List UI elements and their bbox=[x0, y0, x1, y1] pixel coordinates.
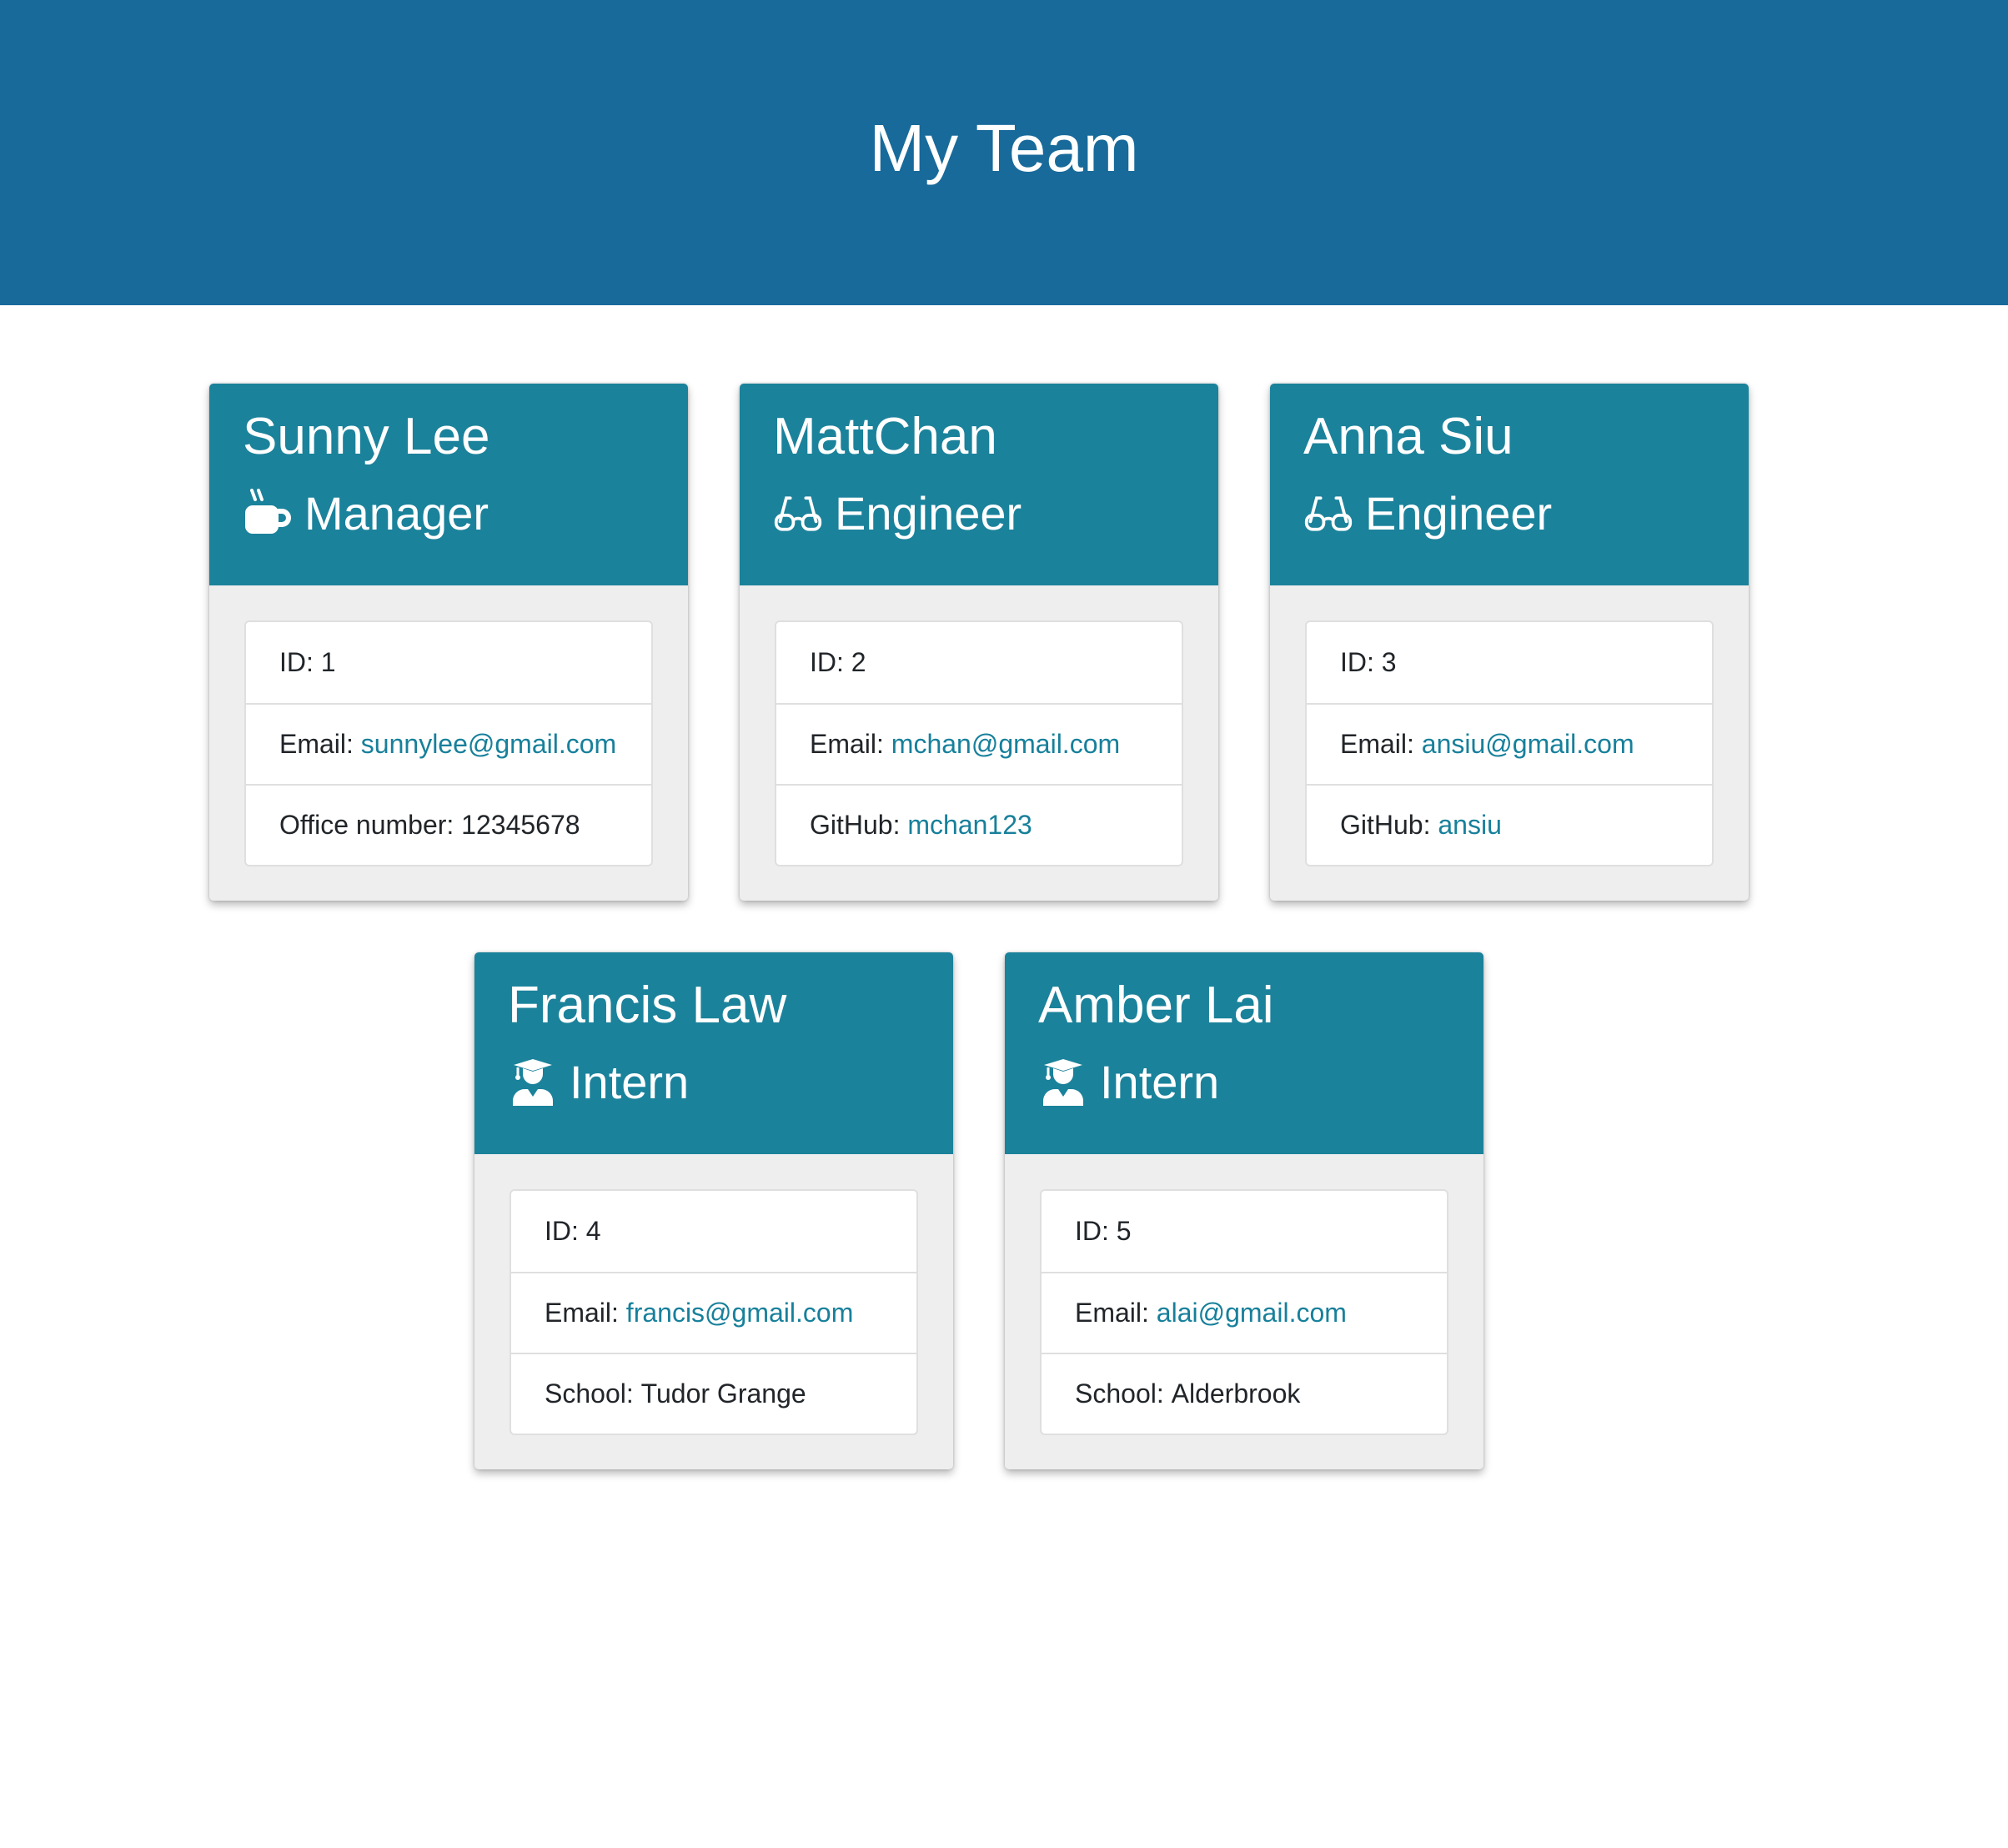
email-row: Email: alai@gmail.com bbox=[1042, 1272, 1447, 1353]
github-label: GitHub: bbox=[810, 810, 901, 840]
employee-role: Manager bbox=[243, 487, 688, 540]
email-link[interactable]: francis@gmail.com bbox=[626, 1298, 854, 1328]
glasses-icon bbox=[1303, 487, 1353, 540]
employee-name: Anna Siu bbox=[1303, 408, 1514, 465]
id-row: ID: 5 bbox=[1042, 1191, 1447, 1272]
id-label: ID: bbox=[1075, 1216, 1109, 1246]
id-value: 5 bbox=[1116, 1216, 1132, 1246]
card-header: MattChan Engineer bbox=[740, 384, 1218, 585]
id-row: ID: 3 bbox=[1307, 622, 1712, 703]
office-number-value: 12345678 bbox=[461, 810, 580, 840]
email-link[interactable]: ansiu@gmail.com bbox=[1422, 729, 1634, 760]
github-label: GitHub: bbox=[1340, 810, 1431, 840]
id-label: ID: bbox=[810, 647, 844, 677]
page-banner: My Team bbox=[0, 0, 2008, 305]
github-link[interactable]: ansiu bbox=[1438, 810, 1502, 841]
employee-card: Sunny Lee Manager ID: 1 Email: sunnylee@… bbox=[209, 384, 688, 901]
employee-role: Intern bbox=[1038, 1056, 1483, 1109]
employee-card: Anna Siu Engineer ID: 3 Email: ansiu@gma… bbox=[1270, 384, 1749, 901]
school-label: School: bbox=[545, 1378, 634, 1409]
card-header: Sunny Lee Manager bbox=[209, 384, 688, 585]
glasses-icon bbox=[773, 487, 823, 540]
id-label: ID: bbox=[545, 1216, 579, 1246]
email-row: Email: ansiu@gmail.com bbox=[1307, 703, 1712, 784]
employee-name: Sunny Lee bbox=[243, 408, 490, 465]
role-label: Engineer bbox=[1365, 487, 1553, 540]
email-label: Email: bbox=[1340, 729, 1414, 759]
employee-role: Engineer bbox=[1303, 487, 1749, 540]
graduate-icon bbox=[1038, 1056, 1088, 1109]
employee-card: Amber Lai Intern ID: 5 Email: alai@gmail… bbox=[1005, 952, 1483, 1469]
school-row: School: Tudor Grange bbox=[511, 1353, 916, 1434]
page-title: My Team bbox=[869, 111, 1139, 185]
email-link[interactable]: sunnylee@gmail.com bbox=[361, 729, 616, 760]
id-value: 4 bbox=[585, 1216, 601, 1246]
role-label: Intern bbox=[570, 1056, 690, 1108]
email-label: Email: bbox=[545, 1298, 619, 1328]
office-number-label: Office number: bbox=[279, 810, 454, 840]
id-row: ID: 4 bbox=[511, 1191, 916, 1272]
id-row: ID: 2 bbox=[776, 622, 1182, 703]
employee-name: Amber Lai bbox=[1038, 977, 1274, 1034]
info-list: ID: 2 Email: mchan@gmail.com GitHub: mch… bbox=[775, 620, 1183, 866]
role-label: Manager bbox=[304, 487, 489, 540]
graduate-icon bbox=[508, 1056, 558, 1109]
email-label: Email: bbox=[1075, 1298, 1149, 1328]
github-row: GitHub: mchan123 bbox=[776, 784, 1182, 865]
id-label: ID: bbox=[279, 647, 314, 677]
email-row: Email: sunnylee@gmail.com bbox=[246, 703, 651, 784]
email-row: Email: mchan@gmail.com bbox=[776, 703, 1182, 784]
employee-name: MattChan bbox=[773, 408, 997, 465]
coffee-icon bbox=[243, 487, 293, 540]
email-row: Email: francis@gmail.com bbox=[511, 1272, 916, 1353]
school-label: School: bbox=[1075, 1378, 1164, 1409]
card-header: Anna Siu Engineer bbox=[1270, 384, 1749, 585]
email-link[interactable]: mchan@gmail.com bbox=[891, 729, 1120, 760]
school-value: Alderbrook bbox=[1171, 1378, 1301, 1409]
card-header: Amber Lai Intern bbox=[1005, 952, 1483, 1154]
role-label: Intern bbox=[1100, 1056, 1220, 1108]
email-label: Email: bbox=[810, 729, 884, 759]
id-row: ID: 1 bbox=[246, 622, 651, 703]
employee-role: Intern bbox=[508, 1056, 953, 1109]
info-list: ID: 5 Email: alai@gmail.com School: Alde… bbox=[1040, 1189, 1448, 1435]
id-label: ID: bbox=[1340, 647, 1374, 677]
employee-card: Francis Law Intern ID: 4 Email: francis@… bbox=[474, 952, 953, 1469]
id-value: 1 bbox=[320, 647, 336, 677]
employee-card: MattChan Engineer ID: 2 Email: mchan@gma… bbox=[740, 384, 1218, 901]
role-label: Engineer bbox=[835, 487, 1022, 540]
office-number-row: Office number: 12345678 bbox=[246, 784, 651, 865]
github-link[interactable]: mchan123 bbox=[907, 810, 1032, 841]
info-list: ID: 1 Email: sunnylee@gmail.com Office n… bbox=[244, 620, 653, 866]
school-value: Tudor Grange bbox=[640, 1378, 806, 1409]
email-link[interactable]: alai@gmail.com bbox=[1157, 1298, 1347, 1328]
id-value: 3 bbox=[1381, 647, 1397, 677]
id-value: 2 bbox=[851, 647, 866, 677]
employee-role: Engineer bbox=[773, 487, 1218, 540]
card-header: Francis Law Intern bbox=[474, 952, 953, 1154]
employee-name: Francis Law bbox=[508, 977, 787, 1034]
github-row: GitHub: ansiu bbox=[1307, 784, 1712, 865]
info-list: ID: 4 Email: francis@gmail.com School: T… bbox=[510, 1189, 918, 1435]
info-list: ID: 3 Email: ansiu@gmail.com GitHub: ans… bbox=[1305, 620, 1714, 866]
school-row: School: Alderbrook bbox=[1042, 1353, 1447, 1434]
email-label: Email: bbox=[279, 729, 354, 759]
